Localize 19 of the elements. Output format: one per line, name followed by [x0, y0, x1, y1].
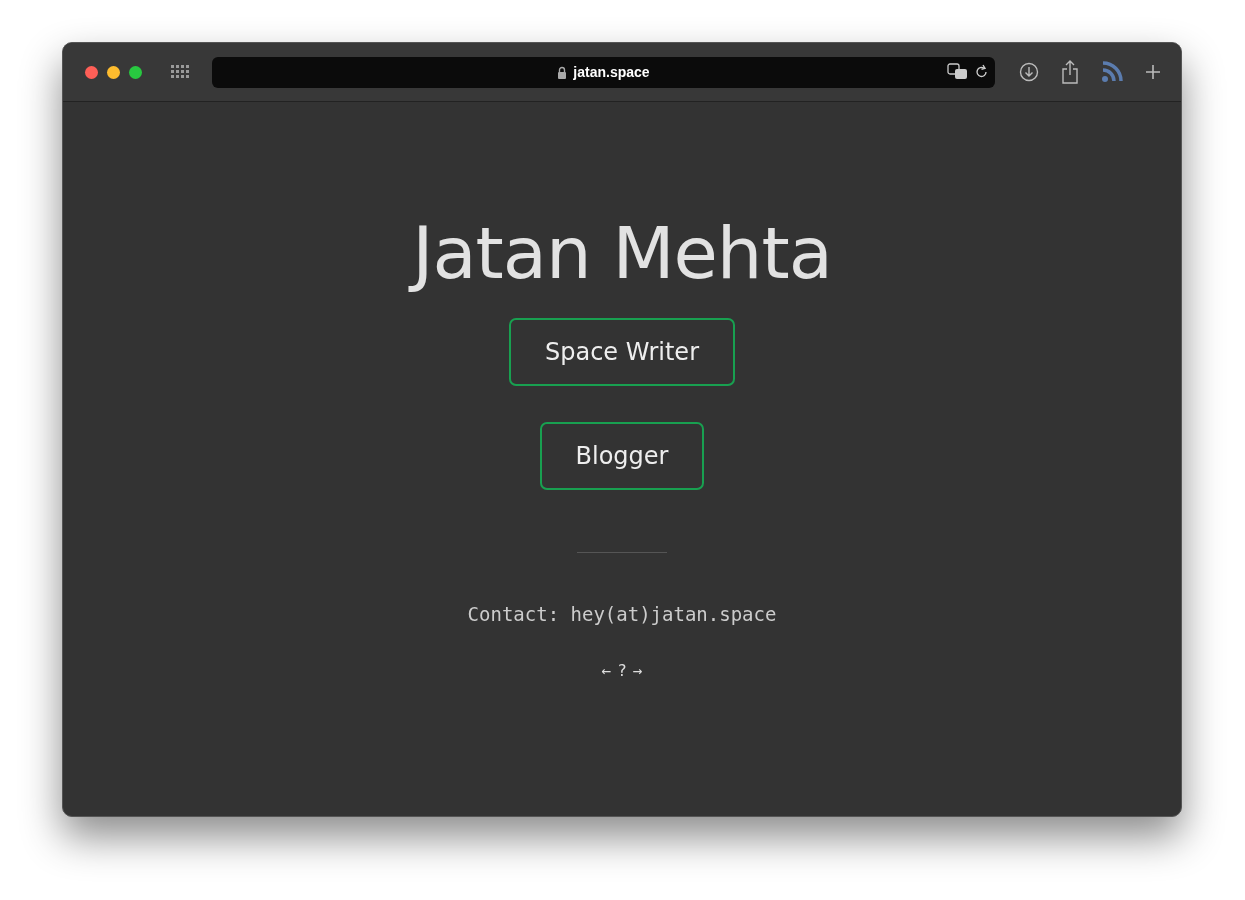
rss-icon[interactable] — [1101, 61, 1123, 83]
webring-link[interactable]: ? — [617, 661, 627, 681]
close-button[interactable] — [85, 65, 98, 79]
share-icon[interactable] — [1061, 60, 1079, 84]
webring-link[interactable]: → — [632, 661, 643, 681]
role-link[interactable]: Blogger — [539, 422, 705, 491]
contact-text: Contact: hey(at)jatan.space — [467, 603, 777, 626]
lock-icon — [557, 65, 568, 79]
webring-link[interactable]: ← — [601, 661, 612, 681]
address-bar[interactable]: jatan.space — [212, 56, 995, 88]
new-tab-icon[interactable] — [1145, 64, 1161, 80]
maximize-button[interactable] — [129, 65, 142, 79]
reload-icon[interactable] — [975, 64, 989, 80]
url-text: jatan.space — [573, 64, 650, 80]
grid-icon[interactable] — [170, 64, 190, 80]
minimize-button[interactable] — [107, 65, 120, 79]
download-icon[interactable] — [1019, 62, 1039, 82]
role-link[interactable]: Space Writer — [509, 318, 735, 387]
translate-icon[interactable] — [947, 63, 969, 81]
